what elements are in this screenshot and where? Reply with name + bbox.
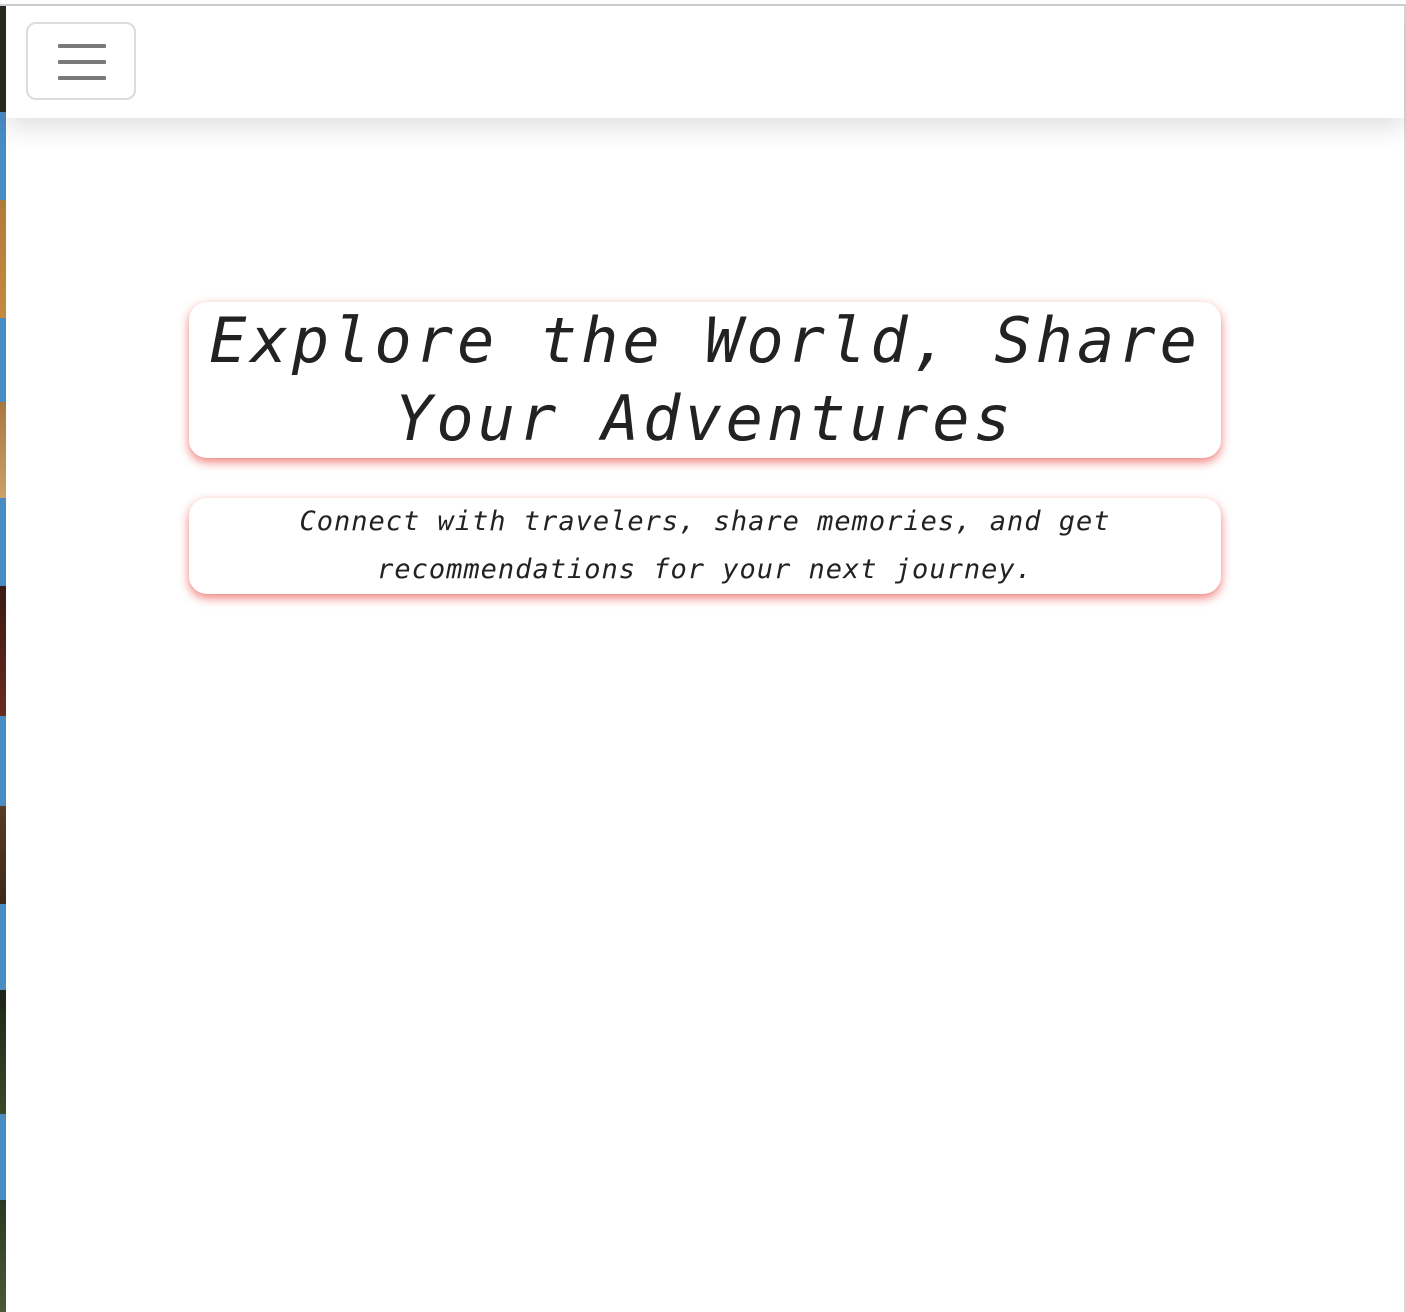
navbar xyxy=(6,6,1404,118)
hero-subtitle: Connect with travelers, share memories, … xyxy=(189,498,1221,594)
hero-title: Explore the World, Share Your Adventures xyxy=(189,302,1221,458)
page: Explore the World, Share Your Adventures… xyxy=(0,0,1406,1312)
navbar-toggler-button[interactable] xyxy=(26,22,136,100)
background-page-edge xyxy=(0,0,6,1312)
